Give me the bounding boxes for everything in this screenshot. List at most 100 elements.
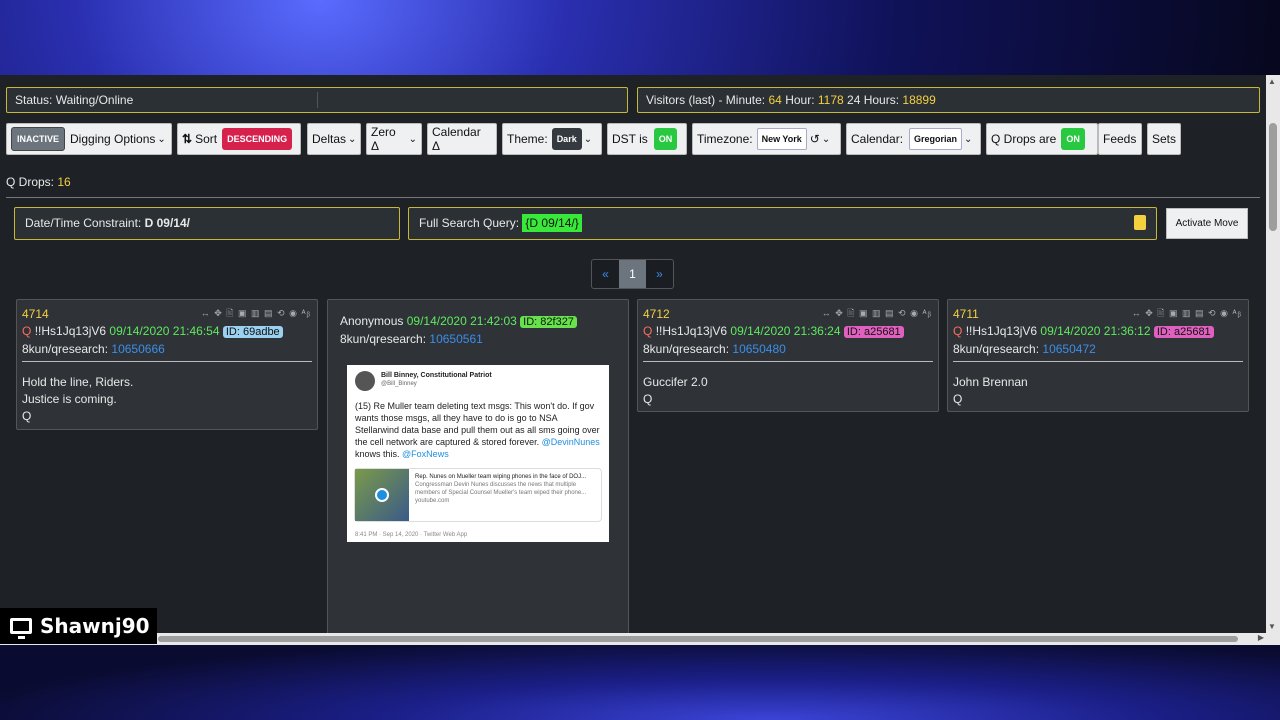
horizontal-scrollbar[interactable]: ◀ ▶: [0, 633, 1266, 645]
card-action-icons[interactable]: ↔ ✥ 🖹 ▣ ▥ ▤ ⟲ ◉ ᴬᵦ: [201, 305, 311, 322]
pager-page-1[interactable]: 1: [619, 260, 646, 288]
pagination: « 1 »: [591, 259, 674, 289]
search-query-value: {D 09/14/}: [522, 214, 582, 232]
sort-button[interactable]: Sort: [195, 132, 217, 146]
theme-label: Theme:: [507, 132, 548, 146]
desktop-background-bottom: [0, 640, 1280, 720]
drop-date: 09/14/2020 21:42:03: [406, 314, 517, 328]
dst-label: DST is: [612, 132, 648, 146]
scroll-down-icon[interactable]: ▼: [1268, 622, 1276, 631]
calendar-delta-button[interactable]: Calendar Δ: [427, 123, 497, 155]
status-text: Status: Waiting/Online: [15, 93, 134, 107]
dst-group: DST is ON: [607, 123, 687, 155]
tweet-author: Bill Binney, Constitutional Patriot: [381, 372, 492, 379]
digging-group: INACTIVE Digging Options ⌄: [6, 123, 172, 155]
status-divider: [317, 92, 318, 108]
scroll-up-icon[interactable]: ▲: [1268, 77, 1276, 86]
author: Anonymous: [340, 314, 404, 328]
scroll-right-icon[interactable]: ▶: [1258, 633, 1264, 642]
board-label: 8kun/qresearch:: [953, 342, 1040, 356]
drop-line: Guccifer 2.0: [643, 375, 708, 389]
calendar-label: Calendar:: [851, 132, 904, 146]
scroll-thumb[interactable]: [158, 636, 1238, 642]
deltas-dropdown[interactable]: Deltas ⌄: [307, 123, 361, 155]
card-action-icons[interactable]: ↔ ✥ 🖹 ▣ ▥ ▤ ⟲ ◉ ᴬᵦ: [1132, 305, 1242, 322]
theme-select[interactable]: Dark: [551, 128, 582, 150]
board-label: 8kun/qresearch:: [22, 342, 109, 356]
calendar-select[interactable]: Gregorian: [909, 128, 963, 150]
qdrops-group: Q Drops are ON: [986, 123, 1098, 155]
chevron-down-icon: ⌄: [583, 133, 593, 145]
q-label: Q: [953, 324, 963, 338]
drop-line: Hold the line, Riders.: [22, 375, 134, 389]
drop-line: Q: [22, 409, 32, 423]
status-panel: Status: Waiting/Online: [6, 87, 628, 113]
post-link[interactable]: 10650666: [111, 342, 164, 356]
card-divider: [643, 361, 933, 362]
poster-id: ID: 69adbe: [222, 326, 283, 338]
card-divider: [953, 361, 1243, 362]
dst-toggle[interactable]: ON: [653, 128, 678, 150]
date-constraint-value: D 09/14/: [144, 216, 190, 230]
poster-id: ID: a25681: [843, 326, 904, 338]
activate-move-button[interactable]: Activate Move: [1166, 208, 1248, 239]
visitors-prefix: Visitors (last) - Minute:: [646, 93, 766, 107]
sets-button[interactable]: Sets: [1147, 123, 1181, 155]
streamer-overlay: Shawnj90: [0, 608, 157, 644]
qdrops-toggle[interactable]: ON: [1061, 128, 1085, 150]
inactive-toggle[interactable]: INACTIVE: [11, 127, 66, 151]
q-label: Q: [643, 324, 653, 338]
tweet-text-mid: knows this.: [355, 449, 400, 459]
timezone-group: Timezone: New York ↺ ⌄: [692, 123, 841, 155]
card-action-icons[interactable]: ↔ ✥ 🖹 ▣ ▥ ▤ ⟲ ◉ ᴬᵦ: [822, 305, 932, 322]
tweet-footer: 8:41 PM · Sep 14, 2020 · Twitter Web App: [355, 532, 468, 538]
visitors-day: 18899: [902, 93, 936, 107]
pager-next[interactable]: »: [646, 260, 673, 288]
drop-line: Q: [953, 392, 963, 406]
tweet-image[interactable]: Bill Binney, Constitutional Patriot @Bil…: [347, 365, 609, 542]
pager-prev[interactable]: «: [592, 260, 619, 288]
date-constraint-label: Date/Time Constraint:: [25, 216, 142, 230]
tripcode: !!Hs1Jq13jV6: [655, 324, 728, 338]
video-thumbnail: [355, 469, 409, 521]
feeds-label: Feeds: [1103, 132, 1137, 146]
tweet-mention: @DevinNunes: [541, 437, 600, 447]
drop-date: 09/14/2020 21:36:12: [1040, 324, 1151, 338]
tweet-handle: @Bill_Binney: [381, 381, 417, 387]
visitors-day-label: 24 Hours:: [847, 93, 900, 107]
feeds-button[interactable]: Feeds: [1098, 123, 1142, 155]
scroll-thumb[interactable]: [1269, 123, 1277, 231]
search-query-label: Full Search Query:: [419, 216, 520, 230]
board-label: 8kun/qresearch:: [340, 332, 427, 346]
divider: [6, 197, 1260, 198]
post-link[interactable]: 10650480: [732, 342, 785, 356]
calendar-group: Calendar: Gregorian ⌄: [846, 123, 981, 155]
q-label: Q: [22, 324, 32, 338]
avatar: [355, 371, 375, 391]
timezone-select[interactable]: New York: [756, 128, 807, 150]
drop-card: ↔ ✥ 🖹 ▣ ▥ ▤ ⟲ ◉ ᴬᵦ 4712 Q !!Hs1Jq13jV6 0…: [637, 299, 939, 412]
theme-group: Theme: Dark ⌄: [502, 123, 602, 155]
date-constraint-panel: Date/Time Constraint: D 09/14/: [14, 207, 400, 240]
qdrops-count: Q Drops: 16: [6, 175, 71, 189]
drop-card-anon: Anonymous 09/14/2020 21:42:03 ID: 82f327…: [327, 299, 629, 639]
qdrops-toggle-label: Q Drops are: [991, 132, 1057, 146]
post-link[interactable]: 10650472: [1042, 342, 1095, 356]
tripcode: !!Hs1Jq13jV6: [34, 324, 107, 338]
visitors-panel: Visitors (last) - Minute: 64 Hour: 1178 …: [637, 87, 1260, 113]
calendar-delta-label: Calendar Δ: [432, 125, 481, 153]
visitors-hour-label: Hour:: [785, 93, 815, 107]
digging-options-dropdown[interactable]: Digging Options: [70, 132, 155, 146]
zero-delta-dropdown[interactable]: Zero Δ ⌄: [366, 123, 422, 155]
vertical-scrollbar[interactable]: ▲ ▼: [1266, 75, 1280, 645]
reset-icon[interactable]: ↺: [810, 132, 820, 146]
preview-title: Rep. Nunes on Mueller team wiping phones…: [415, 474, 587, 480]
drop-card: ↔ ✥ 🖹 ▣ ▥ ▤ ⟲ ◉ ᴬᵦ 4711 Q !!Hs1Jq13jV6 0…: [947, 299, 1249, 412]
drop-line: John Brennan: [953, 375, 1028, 389]
streamer-name: Shawnj90: [40, 614, 150, 638]
copy-icon[interactable]: [1134, 215, 1146, 230]
play-icon: [375, 488, 389, 502]
descending-toggle[interactable]: DESCENDING: [222, 128, 293, 150]
monitor-icon: [10, 618, 32, 639]
post-link[interactable]: 10650561: [429, 332, 482, 346]
